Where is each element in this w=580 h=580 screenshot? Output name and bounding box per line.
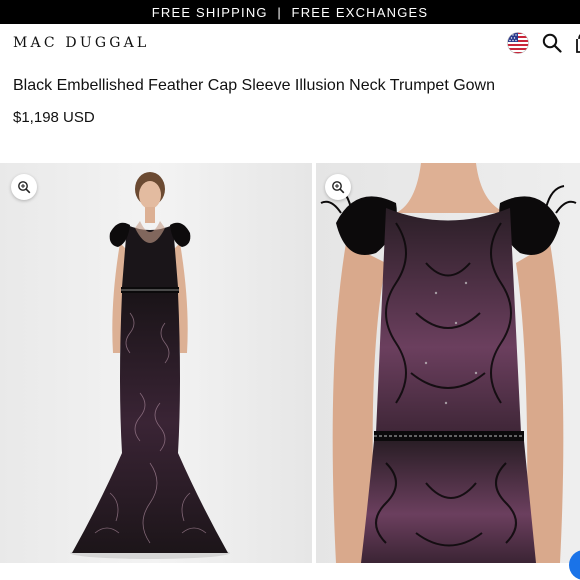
- zoom-button-right[interactable]: [325, 174, 351, 200]
- product-price: $1,198 USD: [13, 109, 95, 126]
- promo-text: FREE SHIPPING | FREE EXCHANGES: [151, 4, 429, 20]
- shopping-bag-icon[interactable]: [574, 33, 580, 53]
- zoom-in-icon: [18, 181, 31, 194]
- site-header: MAC DUGGAL: [0, 24, 580, 64]
- zoom-button-left[interactable]: [11, 174, 37, 200]
- promo-banner: FREE SHIPPING | FREE EXCHANGES: [0, 0, 580, 24]
- search-icon[interactable]: [542, 33, 562, 53]
- us-flag-icon[interactable]: [507, 32, 529, 54]
- product-title: Black Embellished Feather Cap Sleeve Ill…: [13, 77, 495, 94]
- product-gallery: [0, 163, 580, 563]
- full-length-gown-photo[interactable]: [0, 163, 312, 563]
- zoom-in-icon: [332, 181, 345, 194]
- brand-logo[interactable]: MAC DUGGAL: [13, 35, 149, 51]
- bodice-closeup-photo[interactable]: [316, 163, 580, 563]
